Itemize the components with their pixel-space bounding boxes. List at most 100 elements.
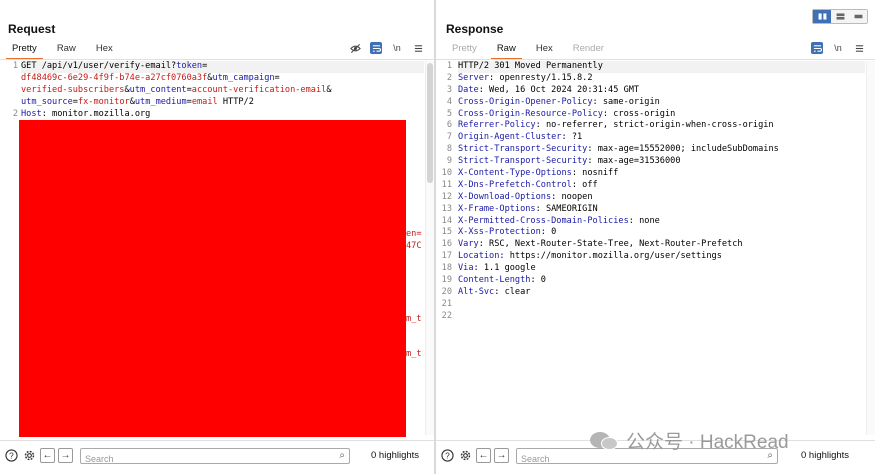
code-line: Date: Wed, 16 Oct 2024 20:31:45 GMT bbox=[458, 85, 865, 97]
request-line-numbers: 12 bbox=[0, 61, 18, 120]
newline-icon[interactable]: \n bbox=[391, 42, 403, 54]
request-search-field[interactable]: ⌕ bbox=[80, 447, 350, 466]
request-search-bar: ? ← → ⌕ 0 highlights bbox=[0, 440, 434, 470]
code-token: Host bbox=[21, 108, 42, 119]
code-line: Server: openresty/1.15.8.2 bbox=[458, 73, 865, 85]
code-line: verified-subscribers&utm_content=account… bbox=[21, 85, 424, 97]
hamburger-menu-icon[interactable] bbox=[853, 42, 865, 54]
line-number: 16 bbox=[441, 239, 452, 250]
request-tab-pretty[interactable]: Pretty bbox=[2, 42, 47, 60]
line-number: 10 bbox=[441, 168, 452, 179]
code-token: : cross-origin bbox=[602, 108, 676, 119]
wrap-lines-icon[interactable] bbox=[811, 42, 823, 54]
code-token: Date bbox=[458, 84, 479, 95]
gear-icon[interactable] bbox=[458, 448, 473, 463]
code-line: X-Dns-Prefetch-Control: off bbox=[458, 180, 865, 192]
wrap-lines-icon[interactable] bbox=[370, 42, 382, 54]
wechat-logo-icon bbox=[590, 430, 620, 452]
code-token: HTTP/2 301 Moved Permanently bbox=[458, 61, 603, 71]
code-token: fx-monitor bbox=[77, 96, 130, 107]
request-highlights-count: 0 highlights bbox=[371, 450, 420, 461]
newline-icon[interactable]: \n bbox=[832, 42, 844, 54]
response-tab-render[interactable]: Render bbox=[563, 42, 614, 58]
code-token: account-verification-email bbox=[191, 84, 327, 95]
response-highlights-count: 0 highlights bbox=[801, 450, 850, 461]
code-token: Alt-Svc bbox=[458, 286, 495, 297]
code-token: X-Permitted-Cross-Domain-Policies bbox=[458, 215, 629, 226]
code-line: Content-Length: 0 bbox=[458, 275, 865, 287]
code-token: Strict-Transport-Security bbox=[458, 144, 588, 155]
request-code: GET /api/v1/user/verify-email?token= df48… bbox=[21, 61, 424, 120]
code-token: email bbox=[191, 96, 218, 107]
request-search-input[interactable] bbox=[81, 451, 321, 466]
eye-off-icon[interactable] bbox=[349, 42, 361, 54]
arrow-left-icon[interactable]: ← bbox=[476, 448, 491, 463]
response-editor[interactable]: 1 2 3 4 5 6 7 8 9 10 11 12 13 14 15 16 17 18 19 20 21 22 HTTP… bbox=[436, 61, 865, 435]
response-tab-pretty[interactable]: Pretty bbox=[442, 42, 487, 58]
gear-icon[interactable] bbox=[22, 448, 37, 463]
line-number: 20 bbox=[441, 286, 452, 297]
code-line: X-Content-Type-Options: nosniff bbox=[458, 168, 865, 180]
code-token: Strict-Transport-Security bbox=[458, 156, 588, 167]
code-token: utm_campaign bbox=[212, 72, 275, 83]
help-icon[interactable]: ? bbox=[440, 448, 455, 463]
code-line: Cross-Origin-Opener-Policy: same-origin bbox=[458, 97, 865, 109]
response-scrollbar[interactable] bbox=[866, 61, 875, 435]
response-code: HTTP/2 301 Moved Permanently Server: open… bbox=[458, 61, 865, 323]
code-token: : openresty/1.15.8.2 bbox=[489, 72, 593, 83]
response-line-numbers: 1 2 3 4 5 6 7 8 9 10 11 12 13 14 15 16 17 18 19 20 21 22 bbox=[436, 61, 452, 323]
request-tab-hex[interactable]: Hex bbox=[86, 42, 123, 58]
line-number: 7 bbox=[446, 132, 452, 143]
code-token: Cross-Origin-Opener-Policy bbox=[458, 96, 593, 107]
side-by-side-layout-icon[interactable] bbox=[813, 10, 831, 23]
line-number: 9 bbox=[446, 156, 452, 167]
code-line: Strict-Transport-Security: max-age=31536… bbox=[458, 156, 865, 168]
code-token: Origin-Agent-Cluster bbox=[458, 132, 562, 143]
watermark-text: 公众号 · HackRead bbox=[626, 432, 789, 453]
code-token: : RSC, Next-Router-State-Tree, Next-Rout… bbox=[478, 239, 743, 250]
code-token: : monitor.mozilla.org bbox=[41, 108, 151, 119]
partial-text-fragment: m_t bbox=[406, 349, 422, 359]
response-tab-hex[interactable]: Hex bbox=[526, 42, 563, 58]
code-token: : 0 bbox=[530, 275, 546, 286]
code-token: X-Download-Options bbox=[458, 191, 552, 202]
search-icon[interactable]: ⌕ bbox=[339, 450, 345, 461]
code-token: = bbox=[202, 61, 208, 71]
request-toolbar: \n bbox=[349, 42, 424, 54]
line-number: 2 bbox=[12, 108, 18, 119]
code-token: : same-origin bbox=[592, 96, 660, 107]
line-number bbox=[0, 97, 18, 109]
watermark: 公众号 · HackRead bbox=[590, 427, 789, 454]
tabbed-layout-icon[interactable] bbox=[849, 10, 867, 23]
line-number: 1 bbox=[446, 61, 452, 71]
response-toolbar: \n bbox=[811, 42, 865, 54]
line-number: 12 bbox=[441, 191, 452, 202]
arrow-right-icon[interactable]: → bbox=[494, 448, 509, 463]
code-token: : max-age=31536000 bbox=[587, 156, 681, 167]
partial-text-fragment: en= bbox=[406, 229, 422, 239]
code-token: utm_content bbox=[129, 84, 187, 95]
code-token: : https://monitor.mozilla.org/user/setti… bbox=[499, 251, 722, 262]
request-tab-raw[interactable]: Raw bbox=[47, 42, 86, 58]
request-scrollbar-thumb[interactable] bbox=[427, 63, 433, 183]
line-number: 19 bbox=[441, 275, 452, 286]
code-token: HTTP/2 bbox=[217, 96, 254, 107]
code-token: : SAMEORIGIN bbox=[535, 203, 598, 214]
response-tab-raw[interactable]: Raw bbox=[487, 42, 526, 60]
line-number: 5 bbox=[446, 108, 452, 119]
request-scrollbar[interactable] bbox=[425, 61, 434, 435]
partial-text-fragment: 47C bbox=[406, 241, 422, 251]
code-token: = bbox=[274, 72, 280, 83]
svg-text:?: ? bbox=[9, 451, 14, 461]
help-icon[interactable]: ? bbox=[4, 448, 19, 463]
stacked-layout-icon[interactable] bbox=[831, 10, 849, 23]
arrow-left-icon[interactable]: ← bbox=[40, 448, 55, 463]
request-pane: Request Pretty Raw Hex \n 12 GET /api/v1… bbox=[0, 0, 434, 474]
hamburger-menu-icon[interactable] bbox=[412, 42, 424, 54]
code-line: X-Permitted-Cross-Domain-Policies: none bbox=[458, 216, 865, 228]
arrow-right-icon[interactable]: → bbox=[58, 448, 73, 463]
line-number: 2 bbox=[446, 72, 452, 83]
code-token: : no-referrer, strict-origin-when-cross-… bbox=[535, 120, 774, 131]
